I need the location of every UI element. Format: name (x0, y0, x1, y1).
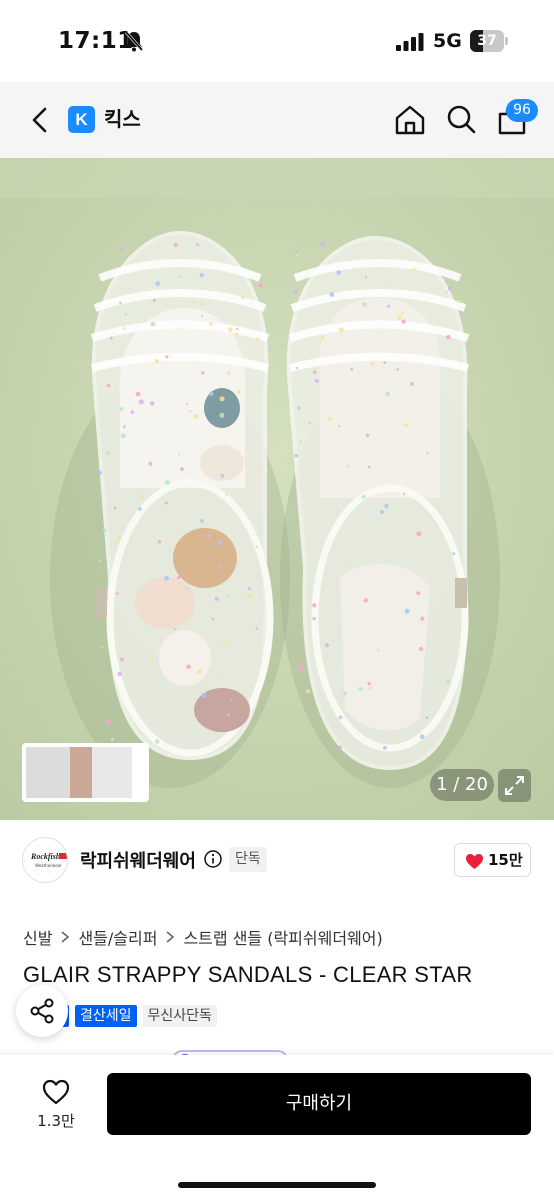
exclusive-badge: 단독 (229, 847, 267, 872)
status-time: 17:11 (58, 28, 134, 54)
expand-button[interactable] (498, 769, 531, 802)
share-icon (30, 998, 54, 1024)
sale-tag: 결산세일 (75, 1005, 137, 1027)
product-title: GLAIR STRAPPY SANDALS - CLEAR STAR (23, 962, 473, 987)
search-icon[interactable] (446, 104, 476, 136)
brand-avatar[interactable]: Rockfish Weatherwear (22, 837, 68, 883)
battery-percent: 37 (477, 33, 497, 49)
info-icon[interactable] (204, 850, 222, 868)
brand-name[interactable]: 락피쉬웨더웨어 (80, 847, 196, 873)
battery-icon: 37 (470, 30, 508, 52)
product-image-gallery[interactable]: 1 / 20 (0, 158, 554, 820)
home-icon[interactable] (394, 104, 426, 136)
bottom-bar: 1.3만 구매하기 (0, 1055, 554, 1200)
expand-icon (505, 776, 524, 795)
signal-icon (396, 33, 424, 51)
buy-button[interactable]: 구매하기 (107, 1073, 531, 1135)
back-arrow-icon[interactable] (28, 106, 52, 134)
app-logo[interactable]: K (68, 106, 95, 133)
heart-icon (466, 854, 483, 869)
app-header: K 킥스 96 (0, 82, 554, 158)
chevron-right-icon (166, 931, 175, 943)
exclusive-tag: 무신사단독 (142, 1005, 217, 1027)
status-bar: 17:11 5G 37 (0, 0, 554, 82)
breadcrumb: 신발 샌들/슬리퍼 스트랩 샌들 (락피쉬웨더웨어) (23, 925, 383, 949)
cart-count-badge: 96 (506, 99, 538, 122)
network-label: 5G (433, 30, 462, 52)
share-button[interactable] (16, 985, 68, 1037)
thumbnail-2[interactable] (70, 747, 92, 798)
home-indicator (178, 1182, 376, 1188)
breadcrumb-item[interactable]: 신발 (23, 925, 52, 949)
like-count: 15만 (488, 851, 523, 869)
heart-outline-icon[interactable] (42, 1079, 70, 1105)
brand-row[interactable]: Rockfish Weatherwear 락피쉬웨더웨어 단독 15만 (0, 820, 554, 900)
thumbnail-1[interactable] (26, 747, 70, 798)
bell-slash-icon (124, 31, 144, 52)
product-photo (0, 158, 554, 820)
breadcrumb-item[interactable]: 스트랩 샌들 (락피쉬웨더웨어) (183, 925, 382, 949)
brand-like-button[interactable]: 15만 (454, 843, 531, 877)
brand-logo-subtext: Weatherwear (35, 863, 62, 868)
thumbnail-strip[interactable] (22, 743, 149, 802)
wishlist-count: 1.3만 (37, 1112, 75, 1130)
image-counter: 1 / 20 (430, 769, 494, 801)
thumbnail-3[interactable] (92, 747, 132, 798)
app-name[interactable]: 킥스 (104, 106, 141, 133)
brand-logo-text: Rockfish (31, 852, 61, 861)
breadcrumb-item[interactable]: 샌들/슬리퍼 (78, 925, 157, 949)
chevron-right-icon (61, 931, 70, 943)
